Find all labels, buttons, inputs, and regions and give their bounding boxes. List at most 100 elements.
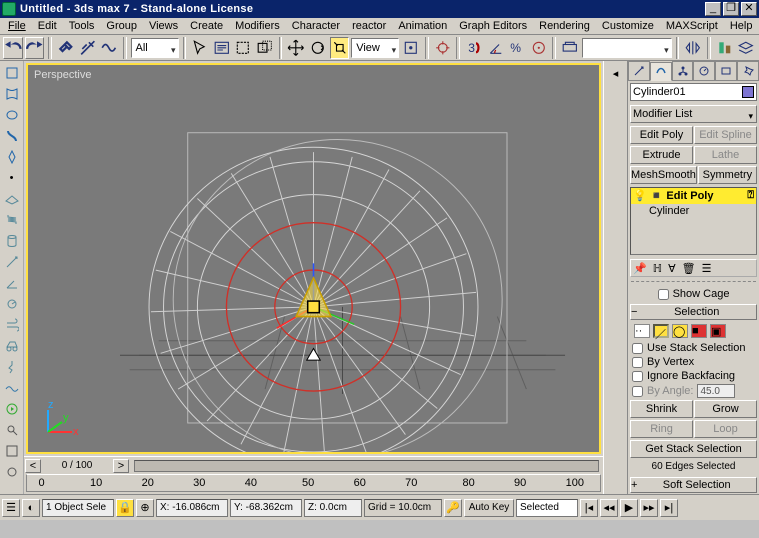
menu-edit[interactable]: Edit [32, 19, 63, 33]
ref-coord-combo[interactable]: View [351, 38, 399, 58]
menu-rendering[interactable]: Rendering [533, 19, 596, 33]
select-scale-button[interactable] [330, 37, 350, 59]
menu-maxscript[interactable]: MAXScript [660, 19, 724, 33]
reactor-angular-icon[interactable] [2, 273, 22, 293]
reactor-cloth-icon[interactable] [2, 84, 22, 104]
time-slider[interactable]: < 0 / 100 > [24, 456, 603, 474]
reactor-motor-icon[interactable] [2, 294, 22, 314]
named-selection-sets-button[interactable] [560, 37, 580, 59]
menu-customize[interactable]: Customize [596, 19, 660, 33]
named-selection-combo[interactable] [582, 38, 672, 58]
snap-toggle[interactable]: 3 [464, 37, 484, 59]
menu-modifiers[interactable]: Modifiers [229, 19, 286, 33]
goto-end-button[interactable]: ▸| [660, 499, 678, 517]
tab-utilities[interactable] [737, 61, 759, 80]
quick-meshsmooth[interactable]: MeshSmooth [630, 166, 697, 184]
menu-animation[interactable]: Animation [392, 19, 453, 33]
flyout-icon[interactable]: ◂ [606, 63, 626, 83]
reactor-fracture-icon[interactable] [2, 357, 22, 377]
so-border-icon[interactable]: ◯ [672, 324, 688, 338]
script-listener-button[interactable]: ☰ [2, 499, 20, 517]
reactor-point-icon[interactable]: • [2, 168, 22, 188]
link-button[interactable] [56, 37, 76, 59]
select-by-name-button[interactable] [212, 37, 232, 59]
coord-z-field[interactable]: Z: 0.0cm [304, 499, 362, 517]
transform-type-in-icon[interactable]: ⊕ [136, 499, 154, 517]
grow-button[interactable]: Grow [694, 400, 757, 418]
select-manipulate-button[interactable] [433, 37, 453, 59]
configure-sets-icon[interactable]: ☰ [702, 262, 712, 275]
remove-modifier-icon[interactable]: 🗑 [682, 262, 696, 275]
reactor-linear-icon[interactable] [2, 252, 22, 272]
reactor-toy-icon[interactable] [2, 336, 22, 356]
pin-stack-icon[interactable]: 📌 [633, 262, 647, 275]
time-next-button[interactable]: > [113, 459, 129, 473]
so-vertex-icon[interactable]: ·· [634, 324, 650, 338]
reactor-wind-icon[interactable] [2, 315, 22, 335]
time-track[interactable] [134, 460, 599, 472]
get-stack-selection-button[interactable]: Get Stack Selection [630, 440, 757, 458]
time-ruler[interactable]: 0 10 20 30 40 50 60 70 80 90 100 [26, 474, 601, 492]
percent-snap-toggle[interactable]: % [507, 37, 527, 59]
select-object-button[interactable] [190, 37, 210, 59]
reactor-softbody-icon[interactable] [2, 105, 22, 125]
unlink-button[interactable] [78, 37, 98, 59]
tab-display[interactable] [715, 61, 737, 80]
quick-symmetry[interactable]: Symmetry [698, 166, 757, 184]
tab-hierarchy[interactable] [672, 61, 694, 80]
object-name-field[interactable]: Cylinder01 [630, 83, 757, 101]
menu-help[interactable]: Help [724, 19, 759, 33]
quick-edit-poly[interactable]: Edit Poly [630, 126, 693, 144]
quick-extrude[interactable]: Extrude [630, 146, 693, 164]
menu-views[interactable]: Views [143, 19, 184, 33]
ignore-backfacing-checkbox[interactable] [632, 371, 643, 382]
by-vertex-checkbox[interactable] [632, 357, 643, 368]
quick-lathe[interactable]: Lathe [694, 146, 757, 164]
menu-character[interactable]: Character [286, 19, 346, 33]
coord-x-field[interactable]: X: -16.086cm [156, 499, 228, 517]
tab-motion[interactable] [693, 61, 715, 80]
reactor-water-icon[interactable] [2, 378, 22, 398]
prev-frame-button[interactable]: ◂◂ [600, 499, 618, 517]
reactor-cylinder-icon[interactable] [2, 231, 22, 251]
ring-button[interactable]: Ring [630, 420, 693, 438]
undo-button[interactable] [3, 37, 23, 59]
menu-grapheditors[interactable]: Graph Editors [453, 19, 533, 33]
reactor-utility-icon[interactable] [2, 462, 22, 482]
selection-filter-combo[interactable]: All [131, 38, 179, 58]
select-region-rect-button[interactable] [233, 37, 253, 59]
quick-edit-spline[interactable]: Edit Spline [694, 126, 757, 144]
reactor-preview-icon[interactable] [2, 399, 22, 419]
lock-selection-toggle[interactable]: 🔒 [116, 499, 134, 517]
key-filter-combo[interactable]: Selected [516, 499, 578, 517]
redo-button[interactable] [25, 37, 45, 59]
mirror-button[interactable] [683, 37, 703, 59]
time-prev-button[interactable]: < [25, 459, 41, 473]
reactor-plane-icon[interactable] [2, 189, 22, 209]
menu-tools[interactable]: Tools [63, 19, 101, 33]
so-element-icon[interactable]: ▣ [710, 324, 726, 338]
reactor-analyze-icon[interactable] [2, 420, 22, 440]
lightbulb-icon[interactable]: 💡 [633, 189, 647, 202]
menu-create[interactable]: Create [184, 19, 229, 33]
perspective-viewport[interactable]: Perspective [26, 63, 601, 454]
object-color-swatch[interactable] [742, 86, 754, 98]
tab-create[interactable] [628, 61, 650, 80]
use-stack-selection-checkbox[interactable] [632, 343, 643, 354]
tab-modify[interactable] [650, 62, 672, 81]
rollout-selection-header[interactable]: −Selection [630, 304, 757, 320]
bind-spacewarp-button[interactable] [99, 37, 119, 59]
spinner-snap-toggle[interactable] [529, 37, 549, 59]
pivot-center-button[interactable] [401, 37, 421, 59]
goto-start-button[interactable]: |◂ [580, 499, 598, 517]
so-edge-icon[interactable]: ／ [653, 324, 669, 338]
play-button[interactable]: ▶ [620, 499, 638, 517]
show-end-result-icon[interactable]: ℍ [653, 262, 662, 275]
window-crossing-toggle[interactable] [255, 37, 275, 59]
stack-item-cylinder[interactable]: Cylinder [631, 204, 756, 218]
loop-button[interactable]: Loop [694, 420, 757, 438]
layers-button[interactable] [736, 37, 756, 59]
align-button[interactable] [715, 37, 735, 59]
prompt-button[interactable]: ◐ [22, 499, 40, 517]
reactor-export-icon[interactable] [2, 441, 22, 461]
